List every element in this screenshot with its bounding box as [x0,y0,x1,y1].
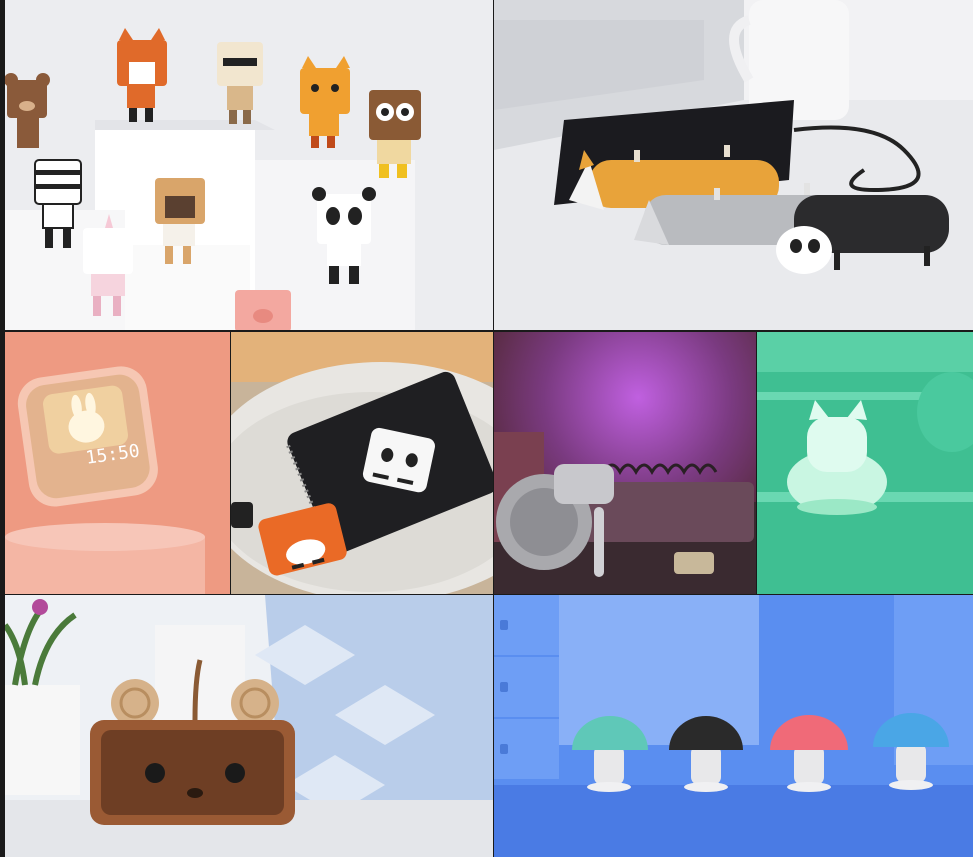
monkey-speaker-scene [5,595,493,857]
mushroom-speakers-photo [494,595,973,857]
pocket-power-banks-photo [231,332,493,594]
plant-pot [5,685,80,795]
cat-night-light-photo [757,332,973,594]
bunny-alarm-clock-photo: 15:50 [5,332,230,594]
mushroom-speakers-scene [494,595,973,857]
pocket-power-banks-scene [231,332,493,594]
pig-figure [235,290,291,330]
monkey-speaker-photo [5,595,493,857]
drawer-unit [494,595,559,779]
projector-scene [494,332,756,594]
animal-figures-scene [5,0,493,330]
power-banks-scene [494,0,973,330]
animal-figures-photo [5,0,493,330]
alarm-clock-scene: 15:50 [5,332,230,594]
alarm-clock [17,366,158,507]
product-collage: 15:50 [0,0,973,857]
mug [749,0,849,120]
night-light-scene [757,332,973,594]
astronaut-projector-photo [494,332,756,594]
phone-edge [231,502,253,528]
toy-car [674,552,714,574]
animal-power-banks-photo [494,0,973,330]
